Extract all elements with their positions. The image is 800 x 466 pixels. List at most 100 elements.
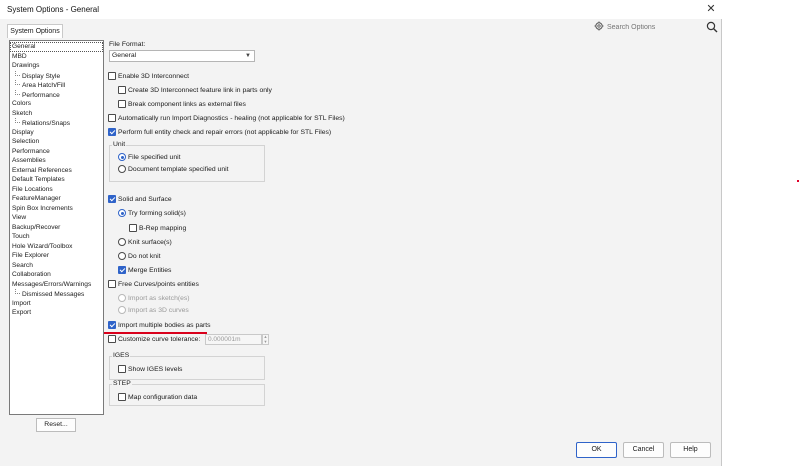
chevron-down-icon: ▼ bbox=[245, 53, 251, 59]
import-3d-curves-radio[interactable]: Import as 3D curves bbox=[118, 305, 189, 315]
tree-item[interactable]: External References bbox=[10, 166, 103, 176]
map-configuration-checkbox[interactable]: Map configuration data bbox=[118, 392, 197, 402]
do-not-knit-radio[interactable]: Do not knit bbox=[118, 251, 161, 261]
free-curves-label: Free Curves/points entities bbox=[118, 280, 199, 288]
search-icon[interactable] bbox=[706, 21, 718, 33]
auto-import-diagnostics-checkbox[interactable]: Automatically run Import Diagnostics - h… bbox=[108, 113, 345, 123]
tree-item-label: Colors bbox=[12, 100, 32, 107]
import-sketch-radio[interactable]: Import as sketch(es) bbox=[118, 293, 190, 303]
checkbox-box[interactable] bbox=[108, 72, 116, 80]
tree-item[interactable]: Default Templates bbox=[10, 175, 103, 185]
try-forming-radio[interactable]: Try forming solid(s) bbox=[118, 208, 186, 218]
tree-item[interactable]: File Locations bbox=[10, 185, 103, 195]
radio-disabled[interactable] bbox=[118, 306, 126, 314]
annotation-underline bbox=[104, 332, 207, 334]
tree-item[interactable]: Spin Box Increments bbox=[10, 204, 103, 214]
radio-unselected[interactable] bbox=[118, 238, 126, 246]
tree-item-label: External References bbox=[12, 166, 72, 174]
ok-button[interactable]: OK bbox=[576, 442, 617, 458]
cancel-button[interactable]: Cancel bbox=[623, 442, 664, 458]
system-options-dialog: System Options - General ✕ System Option… bbox=[0, 0, 722, 466]
tree-item[interactable]: MBD bbox=[10, 52, 103, 62]
enable-3d-interconnect-checkbox[interactable]: Enable 3D Interconnect bbox=[108, 71, 189, 81]
tree-branch-line bbox=[15, 80, 20, 85]
radio-disabled[interactable] bbox=[118, 294, 126, 302]
tree-item[interactable]: Backup/Recover bbox=[10, 223, 103, 233]
checkbox-box[interactable] bbox=[118, 393, 126, 401]
tree-item[interactable]: Sketch bbox=[10, 109, 103, 119]
tree-item[interactable]: Performance bbox=[10, 147, 103, 157]
full-entity-check-checkbox[interactable]: Perform full entity check and repair err… bbox=[108, 127, 331, 137]
import-multiple-bodies-checkbox[interactable]: Import multiple bodies as parts bbox=[108, 320, 211, 330]
gear-search-icon[interactable] bbox=[594, 21, 604, 31]
customize-tolerance-checkbox[interactable]: Customize curve tolerance: bbox=[108, 334, 200, 344]
unit-file-radio[interactable]: File specified unit bbox=[118, 152, 181, 162]
knit-surfaces-radio[interactable]: Knit surface(s) bbox=[118, 237, 172, 247]
tree-item[interactable]: Drawings bbox=[10, 61, 103, 71]
radio-selected[interactable] bbox=[118, 209, 126, 217]
tolerance-spinner[interactable]: ▲ ▼ bbox=[262, 334, 269, 345]
checkbox-box[interactable] bbox=[108, 280, 116, 288]
tree-item[interactable]: Dismissed Messages bbox=[10, 289, 103, 299]
tree-item-label: MBD bbox=[12, 52, 27, 60]
tree-item[interactable]: FeatureManager bbox=[10, 194, 103, 204]
merge-entities-checkbox[interactable]: Merge Entities bbox=[118, 265, 171, 275]
tree-item[interactable]: File Explorer bbox=[10, 251, 103, 261]
break-links-label: Break component links as external files bbox=[128, 100, 246, 108]
close-button[interactable]: ✕ bbox=[702, 1, 720, 17]
checkbox-box[interactable] bbox=[118, 86, 126, 94]
checkbox-box[interactable] bbox=[118, 100, 126, 108]
tree-item[interactable]: Relations/Snaps bbox=[10, 118, 103, 128]
try-forming-label: Try forming solid(s) bbox=[128, 209, 186, 217]
radio-selected[interactable] bbox=[118, 153, 126, 161]
options-tree[interactable]: General MBD Drawings Display Style Area Hatc… bbox=[9, 40, 104, 415]
tree-item[interactable]: Export bbox=[10, 308, 103, 318]
tree-item[interactable]: Selection bbox=[10, 137, 103, 147]
tree-item[interactable]: Messages/Errors/Warnings bbox=[10, 280, 103, 290]
tree-item[interactable]: Search bbox=[10, 261, 103, 271]
full-entity-check-label: Perform full entity check and repair err… bbox=[118, 128, 332, 136]
curve-tolerance-input[interactable]: 0.000001m bbox=[205, 334, 262, 345]
checkbox-box[interactable] bbox=[108, 335, 116, 343]
checkbox-box-checked[interactable] bbox=[108, 128, 116, 136]
tree-item[interactable]: Performance bbox=[10, 89, 103, 100]
unit-template-radio[interactable]: Document template specified unit bbox=[118, 164, 229, 174]
checkbox-box-checked[interactable] bbox=[108, 321, 116, 329]
tree-item-label: Sketch bbox=[12, 109, 33, 117]
tree-item[interactable]: Colors bbox=[10, 99, 103, 109]
spin-down-icon[interactable]: ▼ bbox=[263, 339, 268, 345]
break-links-checkbox[interactable]: Break component links as external files bbox=[118, 99, 246, 109]
help-button[interactable]: Help bbox=[670, 442, 711, 458]
checkbox-box[interactable] bbox=[108, 114, 116, 122]
search-box[interactable] bbox=[592, 20, 720, 34]
do-not-knit-label: Do not knit bbox=[128, 252, 161, 260]
tree-item[interactable]: Collaboration bbox=[10, 270, 103, 280]
tree-item[interactable]: Assemblies bbox=[10, 156, 103, 166]
tree-item[interactable]: Display bbox=[10, 128, 103, 138]
checkbox-box-checked[interactable] bbox=[118, 266, 126, 274]
checkbox-box-checked[interactable] bbox=[108, 195, 116, 203]
tree-item[interactable]: General bbox=[10, 42, 103, 52]
checkbox-box[interactable] bbox=[118, 365, 126, 373]
show-iges-levels-checkbox[interactable]: Show IGES levels bbox=[118, 364, 182, 374]
tree-item[interactable]: Hole Wizard/Toolbox bbox=[10, 242, 103, 252]
tree-item[interactable]: Display Style bbox=[10, 70, 103, 81]
tree-item-label: Import bbox=[12, 299, 31, 307]
search-input[interactable] bbox=[605, 20, 705, 34]
tree-item[interactable]: View bbox=[10, 213, 103, 223]
reset-button[interactable]: Reset... bbox=[36, 418, 76, 432]
tab-system-options[interactable]: System Options bbox=[7, 24, 63, 38]
tree-item-label: Export bbox=[12, 309, 32, 316]
radio-unselected[interactable] bbox=[118, 252, 126, 260]
checkbox-box[interactable] bbox=[129, 224, 137, 232]
free-curves-checkbox[interactable]: Free Curves/points entities bbox=[108, 279, 199, 289]
tree-item[interactable]: Touch bbox=[10, 232, 103, 242]
tree-item[interactable]: Import bbox=[10, 299, 103, 309]
radio-unselected[interactable] bbox=[118, 165, 126, 173]
file-format-select[interactable]: General ▼ bbox=[109, 50, 255, 62]
tree-item[interactable]: Area Hatch/Fill bbox=[10, 80, 103, 90]
brep-mapping-checkbox[interactable]: B-Rep mapping bbox=[129, 223, 186, 233]
solid-surface-checkbox[interactable]: Solid and Surface bbox=[108, 194, 172, 204]
create-3d-link-label: Create 3D Interconnect feature link in p… bbox=[128, 86, 272, 94]
create-3d-link-checkbox[interactable]: Create 3D Interconnect feature link in p… bbox=[118, 85, 272, 95]
